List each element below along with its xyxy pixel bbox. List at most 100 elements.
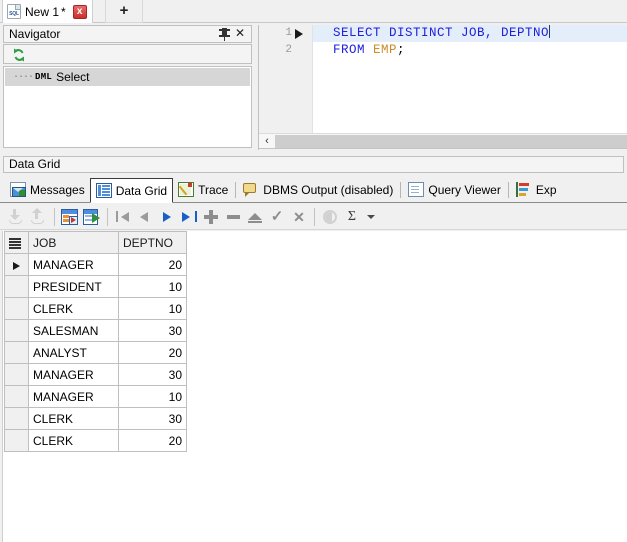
table-row[interactable]: MANAGER 30 <box>4 363 187 386</box>
toolbar-separator <box>54 207 55 226</box>
navigator-title-bar: Navigator ✕ <box>3 25 252 43</box>
row-selector-cell[interactable] <box>4 363 29 386</box>
row-selector-cell[interactable] <box>4 297 29 320</box>
current-row-marker-icon[interactable] <box>4 253 29 276</box>
cell-job[interactable]: PRESIDENT <box>28 275 119 298</box>
cell-deptno[interactable]: 30 <box>118 363 187 386</box>
toggle-blob-button[interactable] <box>319 206 341 228</box>
sql-file-icon: SQL <box>7 4 21 19</box>
cell-job[interactable]: ANALYST <box>28 341 119 364</box>
refresh-icon[interactable] <box>11 47 27 63</box>
tab-separator <box>400 181 402 198</box>
table-row[interactable]: CLERK 30 <box>4 407 187 430</box>
post-edit-button[interactable] <box>244 206 266 228</box>
cell-deptno[interactable]: 10 <box>118 297 187 320</box>
navigator-toolbar <box>3 44 252 64</box>
close-tab-button[interactable]: x <box>72 4 87 19</box>
close-icon[interactable]: ✕ <box>232 26 248 42</box>
column-header-deptno[interactable]: DEPTNO <box>118 231 187 254</box>
messages-icon <box>10 182 26 197</box>
cell-deptno[interactable]: 10 <box>118 275 187 298</box>
column-header-job[interactable]: JOB <box>28 231 119 254</box>
last-record-button[interactable] <box>178 206 200 228</box>
tab-label: Query Viewer <box>428 182 501 197</box>
text-caret <box>549 25 551 38</box>
new-tab-button[interactable]: + <box>105 0 143 23</box>
row-selector-cell[interactable] <box>4 429 29 452</box>
editor-horizontal-scrollbar[interactable]: ‹ <box>259 133 627 149</box>
data-grid-icon <box>95 183 112 198</box>
cell-deptno[interactable]: 20 <box>118 429 187 452</box>
sql-editor-body[interactable]: 1 2 SELECT DISTINCT JOB, DEPTNO FROM EMP… <box>259 25 627 135</box>
scroll-left-icon[interactable]: ‹ <box>259 133 275 149</box>
cell-deptno[interactable]: 30 <box>118 407 187 430</box>
record-selector-icon[interactable] <box>4 231 29 254</box>
first-record-button[interactable] <box>112 206 134 228</box>
row-selector-cell[interactable] <box>4 341 29 364</box>
cell-deptno[interactable]: 10 <box>118 385 187 408</box>
scrollbar-thumb[interactable] <box>275 134 627 148</box>
grid-to-sql-button[interactable] <box>81 206 103 228</box>
export-data-button[interactable] <box>28 206 50 228</box>
row-selector-cell[interactable] <box>4 275 29 298</box>
cell-job[interactable]: SALESMAN <box>28 319 119 342</box>
commit-button[interactable]: ✓ <box>266 206 288 228</box>
table-row[interactable]: SALESMAN 30 <box>4 319 187 342</box>
table-row[interactable]: CLERK 10 <box>4 297 187 320</box>
tab-separator <box>507 181 509 198</box>
line-number: 2 <box>285 44 292 56</box>
table-row[interactable]: MANAGER 20 <box>4 253 187 276</box>
explain-plan-icon <box>515 182 532 197</box>
cell-job[interactable]: MANAGER <box>28 253 119 276</box>
toolbar-separator <box>314 207 315 226</box>
document-tab-dirty-marker: * <box>61 4 66 19</box>
tab-dbms-output[interactable]: DBMS Output (disabled) <box>238 178 398 202</box>
sql-developer-window: SQL New 1 * x + Navigator ✕ ···· DML Sel… <box>0 0 627 542</box>
cell-deptno[interactable]: 30 <box>118 319 187 342</box>
code-token-identifier: EMP <box>373 43 398 57</box>
cell-deptno[interactable]: 20 <box>118 341 187 364</box>
code-token-keyword: SELECT DISTINCT JOB, DEPTNO <box>333 26 550 40</box>
navigator-panel: Navigator ✕ ···· DML Select <box>0 25 255 150</box>
row-selector-cell[interactable] <box>4 407 29 430</box>
cell-job[interactable]: CLERK <box>28 407 119 430</box>
row-selector-cell[interactable] <box>4 319 29 342</box>
cancel-button[interactable]: ✕ <box>288 206 310 228</box>
code-line-1[interactable]: SELECT DISTINCT JOB, DEPTNO <box>313 25 627 42</box>
cell-job[interactable]: MANAGER <box>28 363 119 386</box>
cell-job[interactable]: MANAGER <box>28 385 119 408</box>
run-statement-marker-icon[interactable] <box>295 29 303 39</box>
table-row[interactable]: ANALYST 20 <box>4 341 187 364</box>
import-data-button[interactable] <box>6 206 28 228</box>
edit-grid-button[interactable] <box>59 206 81 228</box>
document-tab-strip: SQL New 1 * x + <box>0 0 627 23</box>
next-record-button[interactable] <box>156 206 178 228</box>
row-selector-cell[interactable] <box>4 385 29 408</box>
cell-job[interactable]: CLERK <box>28 297 119 320</box>
insert-record-button[interactable] <box>200 206 222 228</box>
dbms-output-icon <box>243 182 259 197</box>
tab-trace[interactable]: Trace <box>173 178 233 202</box>
sql-editor[interactable]: 1 2 SELECT DISTINCT JOB, DEPTNO FROM EMP… <box>258 25 627 150</box>
data-grid: JOB DEPTNO MANAGER 20 PRESIDENT 10 CLERK 10 SA… <box>0 231 627 542</box>
document-tab-new-1[interactable]: SQL New 1 * x <box>2 0 93 23</box>
tab-messages[interactable]: Messages <box>5 178 90 202</box>
table-row[interactable]: CLERK 20 <box>4 429 187 452</box>
query-viewer-icon <box>408 182 425 197</box>
cell-deptno[interactable]: 20 <box>118 253 187 276</box>
previous-record-button[interactable] <box>134 206 156 228</box>
table-row[interactable]: MANAGER 10 <box>4 385 187 408</box>
editor-bottom-edge <box>259 148 627 150</box>
tab-data-grid[interactable]: Data Grid <box>89 178 174 203</box>
delete-record-button[interactable] <box>222 206 244 228</box>
tree-item-dml-select[interactable]: ···· DML Select <box>5 68 250 86</box>
aggregate-button[interactable]: Σ <box>341 206 363 228</box>
tab-query-viewer[interactable]: Query Viewer <box>403 178 505 202</box>
code-line-2[interactable]: FROM EMP; <box>313 42 627 59</box>
tab-explain-plan[interactable]: Exp <box>511 178 562 202</box>
cell-job[interactable]: CLERK <box>28 429 119 452</box>
sql-editor-code-area[interactable]: SELECT DISTINCT JOB, DEPTNO FROM EMP; <box>313 25 627 135</box>
aggregate-dropdown-button[interactable] <box>363 206 385 228</box>
pin-icon[interactable] <box>218 26 232 42</box>
table-row[interactable]: PRESIDENT 10 <box>4 275 187 298</box>
